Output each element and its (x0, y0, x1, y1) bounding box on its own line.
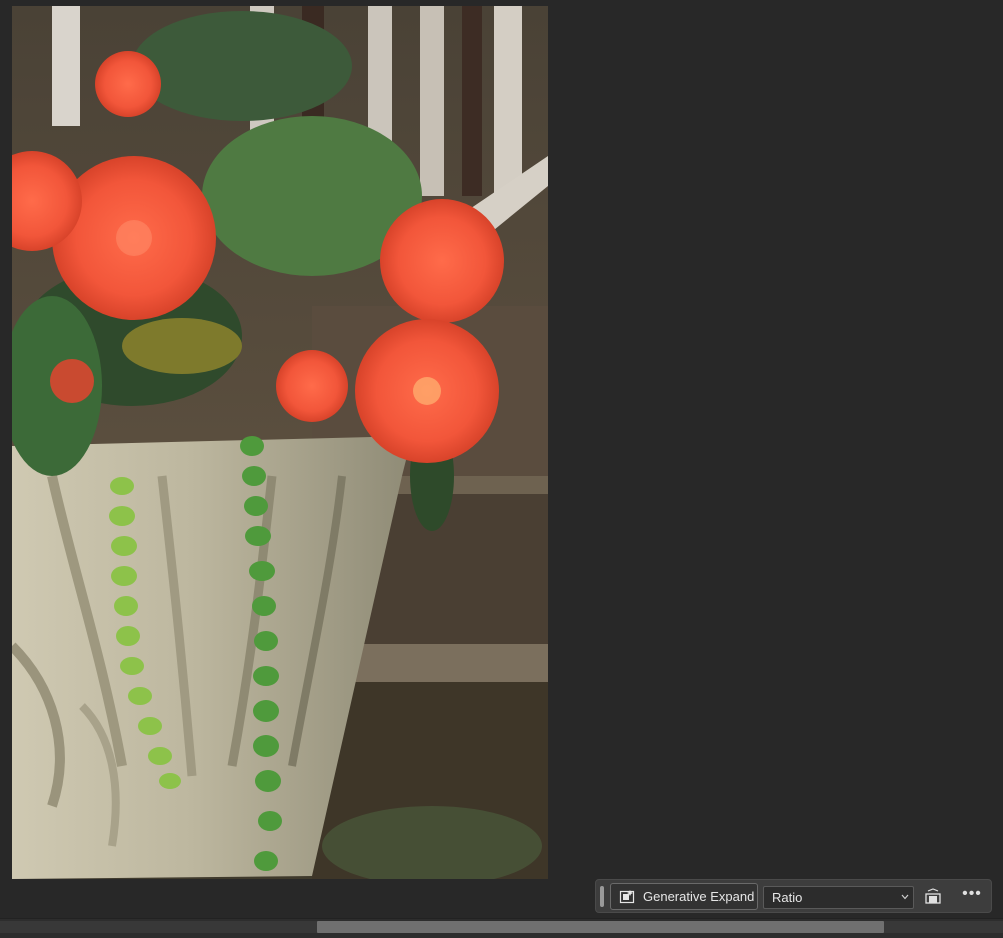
ratio-dropdown-value: Ratio (772, 890, 803, 905)
contextual-task-bar: Generative Expand Ratio ••• (595, 879, 992, 913)
generative-expand-icon (619, 890, 635, 904)
canvas-image[interactable] (12, 6, 548, 879)
chevron-down-icon (901, 894, 909, 900)
swap-orientation-icon (925, 888, 941, 904)
scrollbar-thumb[interactable] (317, 921, 884, 933)
horizontal-scrollbar[interactable] (0, 918, 1003, 938)
more-options-button[interactable]: ••• (961, 885, 983, 907)
generative-expand-label: Generative Expand (643, 889, 755, 904)
ratio-dropdown[interactable]: Ratio (763, 886, 914, 909)
generative-expand-button[interactable]: Generative Expand (610, 883, 758, 910)
drag-handle[interactable] (600, 886, 604, 907)
canvas-area[interactable] (0, 0, 1003, 918)
swap-orientation-button[interactable] (923, 888, 943, 906)
